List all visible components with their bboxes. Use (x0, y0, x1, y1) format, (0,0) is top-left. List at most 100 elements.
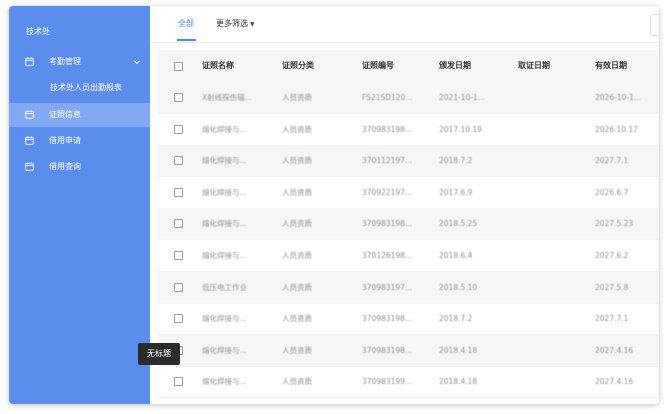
sidebar-item-label: 借用申请 (49, 136, 81, 145)
table-row[interactable]: 熔化焊接与... 人员资质 370983198... 2018.7.2 2027.7.1 (158, 303, 659, 336)
table-cell: FS21SD120... (362, 93, 413, 102)
row-checkbox[interactable] (174, 187, 183, 197)
row-checkbox[interactable] (174, 219, 183, 229)
column-header[interactable]: 证照分类 (282, 50, 346, 82)
table-cell: 2018.4.18 (439, 345, 478, 355)
table-header: 证照名称 证照分类 证照编号 颁发日期 取证日期 有效日期 (158, 50, 659, 83)
sidebar-item-label: 考勤管理 (49, 57, 81, 66)
table-cell: 人员资质 (282, 377, 312, 387)
table-cell: 熔化焊接与... (202, 219, 247, 229)
brand-title: 技术处 (26, 27, 50, 36)
table-row[interactable]: 熔化焊接与... 人员资质 370983198... 2018.4.18 2027.4.… (158, 334, 659, 367)
table-cell: 370983198... (362, 314, 413, 324)
table-cell: 370983197... (362, 282, 413, 292)
caret-down-icon: ▼ (250, 21, 255, 28)
column-header[interactable]: 取证日期 (518, 50, 586, 82)
table-cell: 2027.7.1 (595, 314, 629, 324)
table-cell: 人员资质 (282, 187, 312, 197)
sidebar-item-label: 证照信息 (49, 110, 81, 119)
table-cell: 2027.7.1 (595, 156, 629, 166)
tab-all[interactable]: 全部 (178, 18, 194, 29)
table-cell: 370983198... (362, 219, 413, 229)
sidebar-item-certificates[interactable]: 证照信息 (9, 103, 150, 127)
table-cell: 2021-10-1... (439, 93, 485, 102)
row-checkbox[interactable] (174, 156, 183, 166)
row-checkbox[interactable] (174, 377, 183, 387)
table-cell: 370983198... (362, 124, 413, 134)
row-checkbox[interactable] (174, 124, 183, 134)
sidebar-item-attendance[interactable]: 考勤管理 (9, 51, 150, 73)
table-row[interactable]: 熔化焊接与... 人员资质 370922197... 2017.6.9 2026.6.7 (158, 177, 659, 209)
column-header[interactable]: 证照编号 (362, 50, 430, 82)
calendar-icon (25, 136, 34, 145)
table-cell: 熔化焊接与... (202, 314, 247, 324)
sidebar-item-label: 技术处人员出勤报表 (50, 83, 122, 92)
row-checkbox[interactable] (174, 93, 183, 102)
table-cell: 人员资质 (282, 282, 312, 292)
table-cell: 2026-10-1... (595, 93, 641, 102)
table-cell: 2027.5.23 (595, 219, 634, 229)
table-cell: 2018.5.25 (439, 219, 478, 229)
table-cell: 2017.10.19 (439, 124, 482, 134)
table-cell: 人员资质 (282, 156, 312, 166)
table-cell: 2027.6.2 (595, 251, 629, 260)
table-cell: 人员资质 (282, 219, 312, 229)
table-cell: 2018.4.18 (439, 377, 478, 387)
table-cell: 370983198... (362, 345, 413, 355)
sidebar-item-borrow-query[interactable]: 借用查询 (9, 156, 150, 178)
table-cell: 2018.5.10 (439, 282, 478, 292)
table-cell: 2027.4.16 (595, 377, 634, 387)
table-cell: 熔化焊接与... (202, 187, 247, 197)
sidebar: 技术处 考勤管理 技术处人员出勤报表 证照信息 借用申请 借用查询 (9, 6, 150, 404)
sidebar-item-label: 借用查询 (49, 162, 81, 171)
calendar-icon (25, 162, 34, 171)
select-all-checkbox[interactable] (174, 62, 183, 71)
table-row[interactable]: 熔化焊接与... 人员资质 370126198... 2018.6.4 2027.6.2 (158, 240, 659, 272)
row-checkbox[interactable] (174, 282, 183, 292)
table-cell: 2027.4.16 (595, 345, 634, 355)
table-row[interactable]: 熔化焊接与... 人员资质 370983198... 2018.5.25 2027.5.… (158, 208, 659, 241)
more-filters-dropdown[interactable]: 更多筛选 ▼ (216, 18, 255, 29)
table-cell: 熔化焊接与... (202, 345, 247, 355)
table-cell: 370983199... (362, 377, 413, 387)
main-content: 全部 更多筛选 ▼ 证照名称 证照分类 证照编号 颁发日期 取证日期 有效日期 X… (150, 6, 659, 404)
table-cell: 2017.6.9 (439, 187, 473, 197)
column-header[interactable]: 颁发日期 (439, 50, 507, 82)
table-cell: 熔化焊接与... (202, 124, 247, 134)
table-cell: 人员资质 (282, 314, 312, 324)
table-row[interactable]: 熔化焊接与... 人员资质 370983198... 2017.10.19 2026.1… (158, 114, 659, 146)
table-row[interactable]: 熔化焊接与... 人员资质 370112197... 2018.7.2 2027.7.1 (158, 145, 659, 178)
table-cell: 低压电工作业 (202, 282, 247, 292)
table-row[interactable]: 低压电工作业 人员资质 370983197... 2018.5.10 2027.5.8 (158, 271, 659, 304)
table-cell: 熔化焊接与... (202, 156, 247, 166)
table-cell: 2027.5.8 (595, 282, 629, 292)
table-cell: 2018.6.4 (439, 251, 473, 260)
table-cell: 370112197... (362, 156, 413, 166)
table-cell: 2026.6.7 (595, 187, 629, 197)
sidebar-item-attendance-report[interactable]: 技术处人员出勤报表 (9, 77, 150, 99)
table-cell: 370126198... (362, 251, 413, 260)
search-input[interactable] (650, 14, 659, 36)
filter-tabbar: 全部 更多筛选 ▼ (150, 6, 659, 43)
calendar-icon (25, 110, 34, 119)
more-filters-label: 更多筛选 (216, 19, 248, 28)
table-row[interactable]: X射线探伤辐... 人员资质 FS21SD120... 2021-10-1... 202… (158, 82, 659, 114)
chevron-down-icon (134, 60, 140, 65)
row-checkbox[interactable] (174, 251, 183, 260)
table-cell: 2018.7.2 (439, 156, 473, 166)
table-cell: 人员资质 (282, 124, 312, 134)
column-header[interactable]: 证照名称 (202, 50, 270, 82)
app-window: 技术处 考勤管理 技术处人员出勤报表 证照信息 借用申请 借用查询 全部 更多筛… (9, 6, 659, 404)
table-cell: 2026.10.17 (595, 124, 638, 134)
table-cell: 人员资质 (282, 345, 312, 355)
table-cell: 370922197... (362, 187, 413, 197)
table-cell: X射线探伤辐... (202, 93, 252, 102)
calendar-icon (25, 57, 34, 66)
table-cell: 熔化焊接与... (202, 377, 247, 387)
tab-active-indicator (177, 39, 196, 41)
table-cell: 2018.7.2 (439, 314, 473, 324)
table-row[interactable]: 熔化焊接与... 人员资质 370983199... 2018.4.18 2027.4.… (158, 366, 659, 399)
sidebar-item-borrow-apply[interactable]: 借用申请 (9, 130, 150, 152)
row-checkbox[interactable] (174, 314, 183, 324)
column-header[interactable]: 有效日期 (595, 50, 659, 82)
